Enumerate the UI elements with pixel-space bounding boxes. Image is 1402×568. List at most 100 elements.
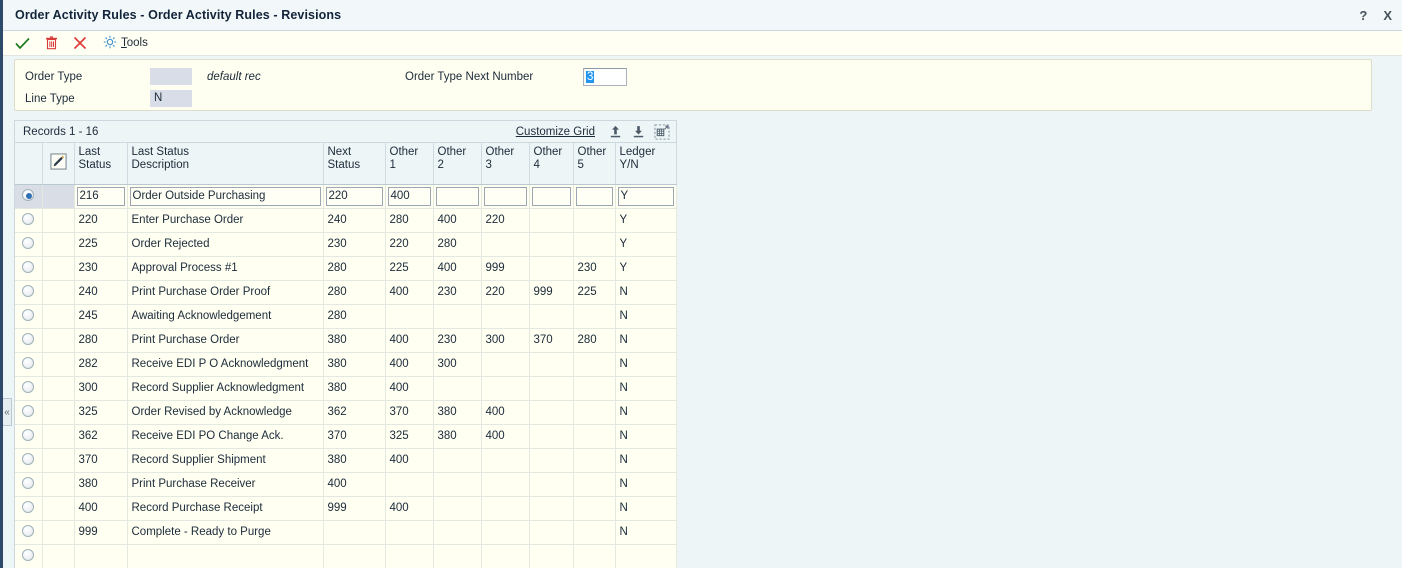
- cell-other4[interactable]: [529, 352, 573, 376]
- order-type-next-number-input[interactable]: 3: [583, 68, 627, 86]
- cell-other1[interactable]: 400: [385, 280, 433, 304]
- cell-other1[interactable]: [385, 472, 433, 496]
- cell-last-status-desc[interactable]: Order Outside Purchasing: [127, 184, 323, 208]
- cell-last-status[interactable]: 220: [74, 208, 127, 232]
- cell-other1[interactable]: 400: [385, 376, 433, 400]
- row-radio-button[interactable]: [22, 381, 34, 393]
- row-radio-button[interactable]: [22, 261, 34, 273]
- cell-other2[interactable]: [433, 448, 481, 472]
- cell-ledger[interactable]: N: [615, 328, 676, 352]
- cell-other3[interactable]: [481, 376, 529, 400]
- cell-input-other4[interactable]: [532, 187, 571, 206]
- cell-other5[interactable]: [573, 448, 615, 472]
- table-row[interactable]: 245Awaiting Acknowledgement280N: [15, 304, 676, 328]
- cell-other1[interactable]: 325: [385, 424, 433, 448]
- cell-other3[interactable]: [481, 448, 529, 472]
- row-selector-cell[interactable]: [15, 328, 42, 352]
- cell-next-status[interactable]: 280: [323, 280, 385, 304]
- column-header-other-3[interactable]: Other3: [481, 143, 529, 184]
- row-radio-button[interactable]: [22, 453, 34, 465]
- order-type-field[interactable]: [150, 68, 192, 85]
- cell-other5[interactable]: [573, 496, 615, 520]
- cell-other2[interactable]: 380: [433, 424, 481, 448]
- row-selector-cell[interactable]: [15, 520, 42, 544]
- row-selector-cell[interactable]: [15, 208, 42, 232]
- tools-menu-button[interactable]: Tools: [100, 35, 151, 52]
- row-radio-button[interactable]: [22, 189, 34, 201]
- cell-ledger[interactable]: N: [615, 472, 676, 496]
- table-row[interactable]: 370Record Supplier Shipment380400N: [15, 448, 676, 472]
- cell-ledger[interactable]: N: [615, 376, 676, 400]
- cell-ledger[interactable]: Y: [615, 256, 676, 280]
- cell-next-status[interactable]: 240: [323, 208, 385, 232]
- cell-last-status-desc[interactable]: Order Rejected: [127, 232, 323, 256]
- cell-other4[interactable]: [529, 208, 573, 232]
- cell-other4[interactable]: [529, 400, 573, 424]
- column-header-ledger-yn[interactable]: LedgerY/N: [615, 143, 676, 184]
- row-radio-button[interactable]: [22, 285, 34, 297]
- cell-other1[interactable]: 400: [385, 496, 433, 520]
- cell-other3[interactable]: [481, 304, 529, 328]
- row-radio-button[interactable]: [22, 357, 34, 369]
- cell-other2[interactable]: 400: [433, 208, 481, 232]
- cell-last-status[interactable]: 245: [74, 304, 127, 328]
- cell-last-status-desc[interactable]: Record Purchase Receipt: [127, 496, 323, 520]
- cell-input-other3[interactable]: [484, 187, 527, 206]
- cell-other2[interactable]: [433, 304, 481, 328]
- row-selector-cell[interactable]: [15, 472, 42, 496]
- row-radio-button[interactable]: [22, 213, 34, 225]
- cell-last-status[interactable]: 380: [74, 472, 127, 496]
- cell-other1[interactable]: 400: [385, 184, 433, 208]
- cell-other4[interactable]: [529, 256, 573, 280]
- cell-next-status[interactable]: 400: [323, 472, 385, 496]
- cell-other3[interactable]: [481, 232, 529, 256]
- cell-other5[interactable]: [573, 520, 615, 544]
- download-icon[interactable]: [630, 123, 647, 140]
- cell-last-status-desc[interactable]: Receive EDI P O Acknowledgment: [127, 352, 323, 376]
- cell-last-status[interactable]: 240: [74, 280, 127, 304]
- cell-other4[interactable]: [529, 448, 573, 472]
- row-radio-button[interactable]: [22, 333, 34, 345]
- cell-other5[interactable]: [573, 352, 615, 376]
- column-header-other-4[interactable]: Other4: [529, 143, 573, 184]
- cell-other1[interactable]: 400: [385, 448, 433, 472]
- cell-other2[interactable]: [433, 472, 481, 496]
- table-row[interactable]: 300Record Supplier Acknowledgment380400N: [15, 376, 676, 400]
- cell-ledger[interactable]: N: [615, 520, 676, 544]
- cell-other5[interactable]: 225: [573, 280, 615, 304]
- cell-last-status[interactable]: 999: [74, 520, 127, 544]
- cell-last-status[interactable]: 300: [74, 376, 127, 400]
- row-selector-cell[interactable]: [15, 544, 42, 568]
- row-radio-button[interactable]: [22, 501, 34, 513]
- cell-other3[interactable]: [481, 352, 529, 376]
- cell-last-status[interactable]: 280: [74, 328, 127, 352]
- cell-other1[interactable]: 280: [385, 208, 433, 232]
- export-grid-icon[interactable]: [653, 123, 670, 140]
- cell-last-status-desc[interactable]: Print Purchase Receiver: [127, 472, 323, 496]
- cell-other3[interactable]: 400: [481, 400, 529, 424]
- upload-icon[interactable]: [607, 123, 624, 140]
- cell-other2[interactable]: [433, 520, 481, 544]
- cell-last-status[interactable]: 230: [74, 256, 127, 280]
- cell-next-status[interactable]: 380: [323, 376, 385, 400]
- table-row[interactable]: 220Enter Purchase Order240280400220Y: [15, 208, 676, 232]
- close-button[interactable]: X: [1383, 9, 1392, 22]
- column-header-other-5[interactable]: Other5: [573, 143, 615, 184]
- cell-other4[interactable]: [529, 376, 573, 400]
- cell-other2[interactable]: [433, 544, 481, 568]
- row-selector-cell[interactable]: [15, 232, 42, 256]
- cell-next-status[interactable]: [323, 544, 385, 568]
- cell-other4[interactable]: [529, 496, 573, 520]
- cell-other1[interactable]: [385, 304, 433, 328]
- cell-other1[interactable]: [385, 520, 433, 544]
- cell-other2[interactable]: 380: [433, 400, 481, 424]
- table-row[interactable]: 225Order Rejected230220280Y: [15, 232, 676, 256]
- cell-other3[interactable]: 220: [481, 280, 529, 304]
- row-radio-button[interactable]: [22, 237, 34, 249]
- cell-other4[interactable]: [529, 304, 573, 328]
- cell-other4[interactable]: [529, 472, 573, 496]
- row-radio-button[interactable]: [22, 309, 34, 321]
- cell-last-status[interactable]: 216: [74, 184, 127, 208]
- cell-other1[interactable]: 225: [385, 256, 433, 280]
- cell-last-status-desc[interactable]: Awaiting Acknowledgement: [127, 304, 323, 328]
